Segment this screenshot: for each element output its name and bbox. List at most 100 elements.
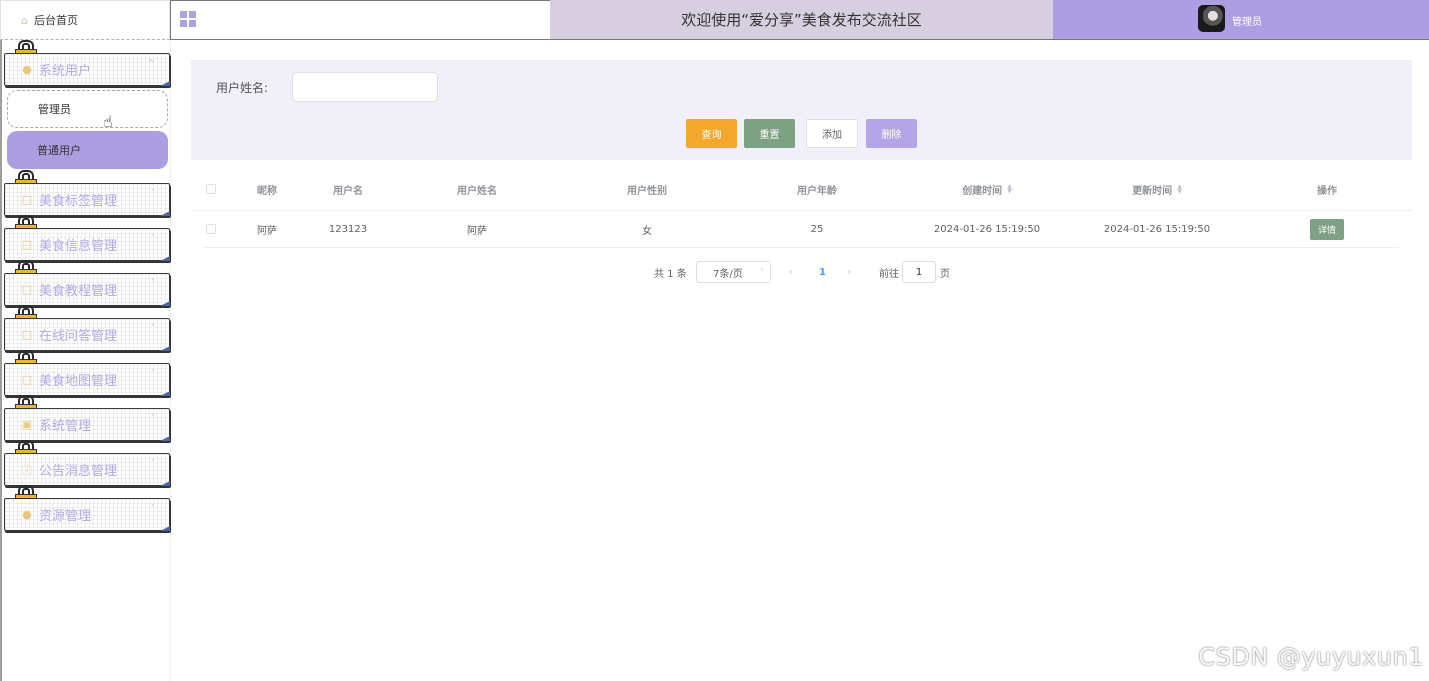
user-area[interactable]: 管理员: [1053, 0, 1429, 40]
column-header-gender: 用户性别: [627, 185, 667, 197]
doc-icon: □: [21, 238, 33, 251]
binder-clip-icon: [15, 260, 37, 275]
sidebar-item-label: 美食地图管理: [39, 374, 118, 389]
chevron-down-icon: ˇ: [150, 504, 156, 514]
cell-age: 25: [810, 223, 824, 235]
column-header-actions: 操作: [1317, 185, 1337, 197]
top-left-panel: [170, 0, 550, 40]
sidebar-item-label: 资源管理: [39, 509, 92, 524]
sidebar-item-system-users[interactable]: ● 系统用户 ^: [4, 40, 170, 86]
chevron-down-icon: ˇ: [150, 324, 156, 334]
column-header-nickname: 昵称: [257, 185, 277, 197]
column-header-realname: 用户姓名: [457, 185, 497, 197]
goto-label: 前往: [879, 268, 899, 280]
mouse-cursor-icon: ☝: [103, 112, 113, 131]
binder-clip-icon: [15, 305, 37, 320]
goto-page-input[interactable]: 1: [902, 261, 936, 283]
add-button[interactable]: 添加: [806, 119, 858, 148]
reset-button[interactable]: 重置: [744, 119, 795, 148]
chevron-down-icon: ˇ: [150, 234, 156, 244]
sidebar-subitem-normal-user[interactable]: 普通用户: [7, 131, 168, 169]
sidebar-item-label: 系统用户: [39, 64, 92, 79]
binder-clip-icon: [15, 485, 37, 500]
chevron-down-icon: ˇ: [150, 189, 156, 199]
sidebar-item-food-tags[interactable]: □ 美食标签管理 ˇ: [4, 170, 170, 216]
sidebar-item-label: 美食信息管理: [39, 239, 118, 254]
column-header-updated[interactable]: 更新时间 ▲ ▼: [1132, 168, 1182, 210]
binder-clip-icon: [15, 350, 37, 365]
sort-icon[interactable]: ▲ ▼: [1007, 184, 1012, 195]
sidebar-item-resources[interactable]: ● 资源管理 ˇ: [4, 485, 170, 531]
bulb-icon: ●: [22, 508, 32, 521]
cell-nickname: 阿萨: [257, 225, 277, 237]
search-panel: 用户姓名: 查询 重置 添加 删除: [191, 60, 1412, 160]
cell-realname: 阿萨: [467, 225, 487, 237]
page-unit-label: 页: [940, 268, 950, 280]
sidebar-item-system-admin[interactable]: ▣ 系统管理 ˇ: [4, 395, 170, 441]
detail-button[interactable]: 详情: [1309, 218, 1345, 240]
binder-clip-icon: [15, 170, 37, 185]
home-label: 后台首页: [33, 14, 78, 27]
page-title: 欢迎使用“爱分享”美食发布交流社区: [550, 0, 1053, 40]
row-checkbox[interactable]: [206, 211, 216, 247]
cell-username: 123123: [328, 223, 368, 235]
avatar[interactable]: [1198, 5, 1225, 32]
table-row: 阿萨 123123 阿萨 女 25 2024-01-26 15:19:50 20…: [203, 211, 1399, 248]
sidebar-item-food-info[interactable]: □ 美食信息管理 ˇ: [4, 215, 170, 261]
top-bar: ⌂ 后台首页 欢迎使用“爱分享”美食发布交流社区 管理员: [0, 0, 1429, 40]
sidebar-item-label: 美食教程管理: [39, 284, 118, 299]
home-link[interactable]: ⌂ 后台首页: [0, 0, 170, 40]
page-size-select[interactable]: 7条/页 ˅: [696, 261, 771, 283]
user-name[interactable]: 管理员: [1232, 13, 1262, 28]
table-header: 昵称 用户名 用户姓名 用户性别 用户年龄 创建时间 ▲ ▼ 更新时间 ▲ ▼ 操作: [191, 168, 1412, 211]
chevron-down-icon: ˇ: [150, 369, 156, 379]
doc-icon: □: [21, 283, 33, 296]
cell-updated: 2024-01-26 15:19:50: [1103, 223, 1211, 235]
delete-button[interactable]: 删除: [866, 119, 917, 148]
doc-icon: □: [21, 193, 33, 206]
sidebar-item-label: 系统管理: [39, 419, 92, 434]
prev-page-button[interactable]: ‹: [789, 261, 793, 283]
chevron-up-icon: ^: [147, 59, 155, 69]
cell-gender: 女: [642, 225, 652, 237]
pagination-total: 共 1 条: [654, 268, 687, 280]
info-icon: ⓘ: [21, 463, 33, 477]
cell-created: 2024-01-26 15:19:50: [933, 223, 1041, 235]
query-button[interactable]: 查询: [686, 119, 737, 148]
chart-icon: ▣: [21, 418, 33, 431]
column-header-age: 用户年龄: [797, 185, 837, 197]
watermark: CSDN @yuyuxun1: [1198, 643, 1424, 671]
app-root: ⌂ 后台首页 欢迎使用“爱分享”美食发布交流社区 管理员 ● 系统用户 ^ 管理…: [0, 0, 1429, 681]
page-number-current[interactable]: 1: [819, 261, 826, 283]
sidebar-item-food-map[interactable]: □ 美食地图管理 ˇ: [4, 350, 170, 396]
column-header-username: 用户名: [333, 185, 363, 197]
chevron-down-icon: ˇ: [150, 279, 156, 289]
chevron-down-icon: ˇ: [150, 459, 156, 469]
column-header-created-label: 创建时间: [962, 185, 1003, 197]
column-header-updated-label: 更新时间: [1132, 185, 1173, 197]
sidebar-item-announcements[interactable]: ⓘ 公告消息管理 ˇ: [4, 440, 170, 486]
sidebar-item-label: 公告消息管理: [39, 464, 118, 479]
sidebar-item-food-tutorials[interactable]: □ 美食教程管理 ˇ: [4, 260, 170, 306]
realname-search-input[interactable]: [292, 72, 438, 102]
sidebar-item-online-qa[interactable]: □ 在线问答管理 ˇ: [4, 305, 170, 351]
binder-clip-icon: [15, 40, 37, 55]
binder-clip-icon: [15, 215, 37, 230]
sidebar-item-label: 美食标签管理: [39, 194, 118, 209]
sort-icon[interactable]: ▲ ▼: [1177, 184, 1182, 195]
search-label: 用户姓名:: [216, 81, 269, 95]
page-size-value: 7条/页: [713, 268, 743, 280]
sidebar-item-label: 在线问答管理: [39, 329, 118, 344]
doc-icon: □: [21, 373, 33, 386]
sidebar: ● 系统用户 ^ 管理员 普通用户 □ 美食标签管理 ˇ □ 美食信息管理 ˇ …: [0, 40, 171, 681]
chevron-down-icon: ˇ: [150, 414, 156, 424]
next-page-button[interactable]: ›: [847, 261, 851, 283]
doc-icon: □: [21, 328, 33, 341]
column-header-created[interactable]: 创建时间 ▲ ▼: [962, 168, 1012, 210]
cell-actions: 详情: [1309, 211, 1345, 247]
select-all-checkbox[interactable]: [206, 168, 216, 210]
user-icon: ●: [22, 63, 32, 76]
menu-toggle-icon[interactable]: [180, 11, 197, 28]
sidebar-subitem-admin[interactable]: 管理员: [7, 90, 168, 128]
binder-clip-icon: [15, 440, 37, 455]
